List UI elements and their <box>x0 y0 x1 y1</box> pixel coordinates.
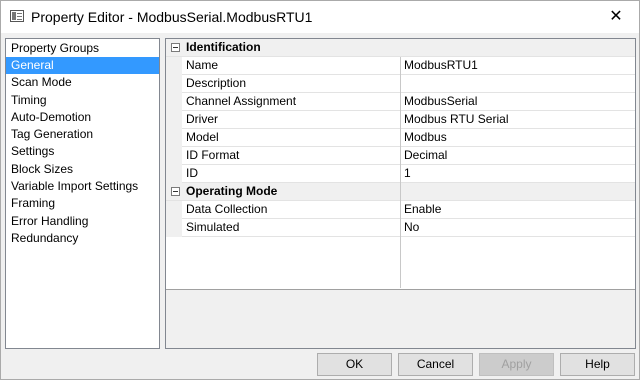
property-grid: Identification Name ModbusRTU1 Descripti… <box>165 38 636 349</box>
property-name: Description <box>186 76 247 90</box>
property-value[interactable]: No <box>404 219 419 235</box>
property-value[interactable]: ModbusSerial <box>404 93 477 109</box>
property-editor-window: Property Editor - ModbusSerial.ModbusRTU… <box>0 0 640 380</box>
property-value[interactable]: 1 <box>404 165 411 181</box>
group-item-block-sizes[interactable]: Block Sizes <box>6 161 159 178</box>
group-item-framing[interactable]: Framing <box>6 195 159 212</box>
cancel-button[interactable]: Cancel <box>398 353 473 376</box>
property-value[interactable]: Decimal <box>404 147 447 163</box>
property-value[interactable]: ModbusRTU1 <box>404 57 478 73</box>
collapse-icon[interactable] <box>171 43 180 52</box>
group-item-error-handling[interactable]: Error Handling <box>6 213 159 230</box>
group-item-settings[interactable]: Settings <box>6 143 159 160</box>
property-name: Simulated <box>186 220 240 234</box>
row-gutter <box>166 93 182 111</box>
collapse-icon[interactable] <box>171 187 180 196</box>
property-groups-list: Property Groups General Scan Mode Timing… <box>5 38 160 349</box>
group-item-variable-import-settings[interactable]: Variable Import Settings <box>6 178 159 195</box>
group-item-timing[interactable]: Timing <box>6 92 159 109</box>
property-name: Name <box>186 58 219 72</box>
row-gutter <box>166 147 182 165</box>
section-label: Identification <box>186 40 261 54</box>
property-value[interactable]: Enable <box>404 201 441 217</box>
group-item-tag-generation[interactable]: Tag Generation <box>6 126 159 143</box>
row-gutter <box>166 129 182 147</box>
property-value[interactable]: Modbus <box>404 129 447 145</box>
property-editor-icon <box>10 10 24 22</box>
window-title: Property Editor - ModbusSerial.ModbusRTU… <box>31 9 313 25</box>
property-name: Driver <box>186 112 218 126</box>
help-button[interactable]: Help <box>560 353 635 376</box>
property-name: Channel Assignment <box>186 94 297 108</box>
group-item-scan-mode[interactable]: Scan Mode <box>6 74 159 91</box>
group-item-general[interactable]: General <box>6 57 159 75</box>
group-item-auto-demotion[interactable]: Auto-Demotion <box>6 109 159 126</box>
title-bar[interactable]: Property Editor - ModbusSerial.ModbusRTU… <box>1 1 639 33</box>
column-divider[interactable] <box>400 57 401 288</box>
group-item-redundancy[interactable]: Redundancy <box>6 230 159 247</box>
row-gutter <box>166 219 182 237</box>
property-name: ID Format <box>186 148 240 162</box>
section-label: Operating Mode <box>186 184 278 198</box>
close-button[interactable]: ✕ <box>593 1 639 33</box>
description-pane <box>166 289 635 348</box>
row-gutter <box>166 57 182 75</box>
row-gutter <box>166 111 182 129</box>
row-gutter <box>166 201 182 219</box>
row-gutter <box>166 165 182 183</box>
property-groups-header: Property Groups <box>11 41 100 55</box>
property-name: Data Collection <box>186 202 268 216</box>
property-value[interactable]: Modbus RTU Serial <box>404 111 508 127</box>
property-name: Model <box>186 130 219 144</box>
property-name: ID <box>186 166 198 180</box>
row-gutter <box>166 75 182 93</box>
section-identification[interactable]: Identification <box>166 39 635 57</box>
apply-button[interactable]: Apply <box>479 353 554 376</box>
ok-button[interactable]: OK <box>317 353 392 376</box>
